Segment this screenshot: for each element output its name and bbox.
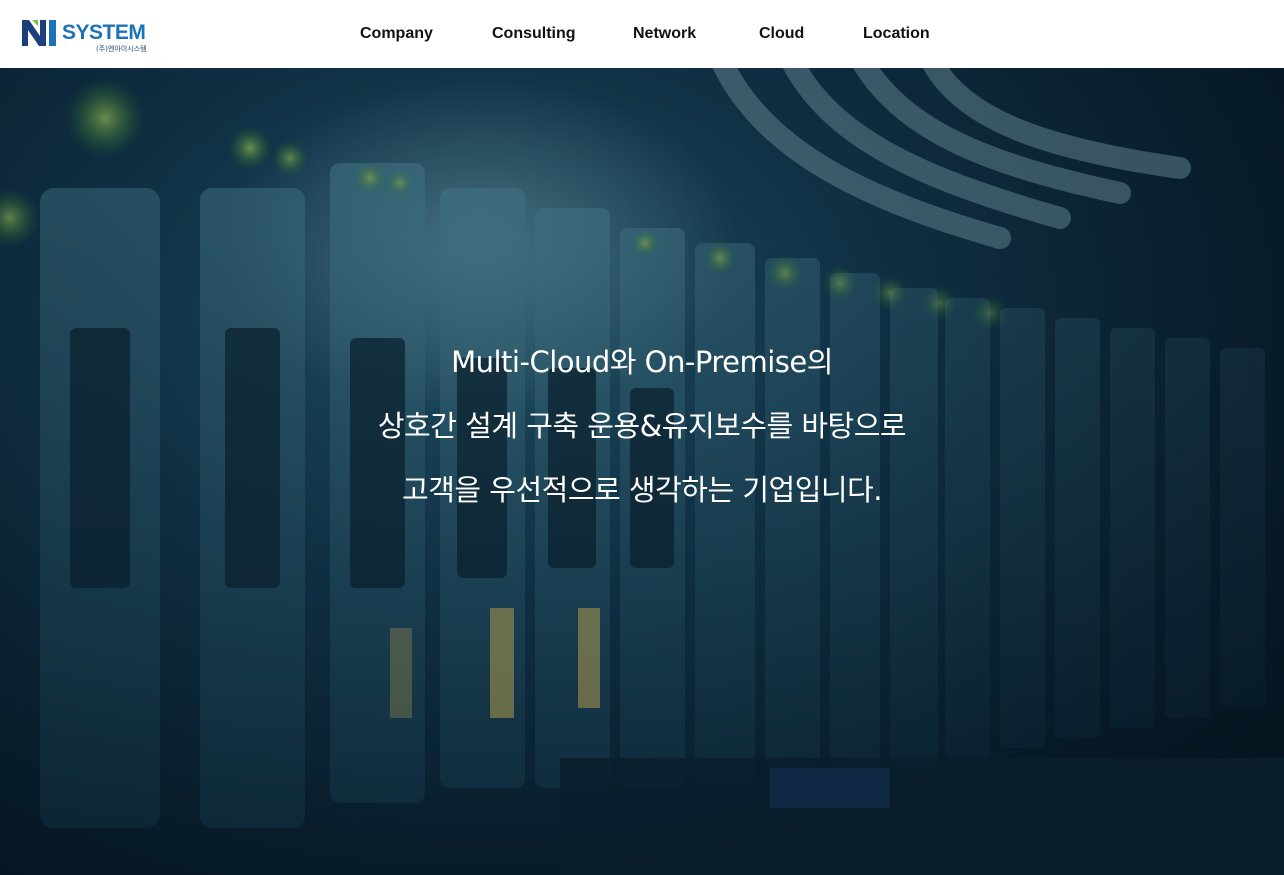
site-header: SYSTEM (주)엔아이시스템 Company Consulting Netw… <box>0 0 1284 68</box>
brand-subtitle: (주)엔아이시스템 <box>96 45 147 53</box>
nav-item-location[interactable]: Location <box>863 23 930 45</box>
brand-logo[interactable]: SYSTEM (주)엔아이시스템 <box>22 18 152 56</box>
hero-line-3: 고객을 우선적으로 생각하는 기업입니다. <box>402 473 882 507</box>
ni-logo-mark-icon <box>22 20 56 46</box>
hero-line-2: 상호간 설계 구축 운용&유지보수를 바탕으로 <box>377 409 907 443</box>
hero-line-1: Multi-Cloud와 On-Premise의 <box>451 345 833 379</box>
nav-item-network[interactable]: Network <box>633 23 696 45</box>
nav-item-cloud[interactable]: Cloud <box>759 23 804 45</box>
nav-item-company[interactable]: Company <box>360 23 433 45</box>
hero-banner: Multi-Cloud와 On-Premise의 상호간 설계 구축 운용&유지… <box>0 68 1284 875</box>
nav-item-consulting[interactable]: Consulting <box>492 23 576 45</box>
hero-tagline: Multi-Cloud와 On-Premise의 상호간 설계 구축 운용&유지… <box>0 330 1284 522</box>
brand-wordmark: SYSTEM <box>62 21 146 44</box>
